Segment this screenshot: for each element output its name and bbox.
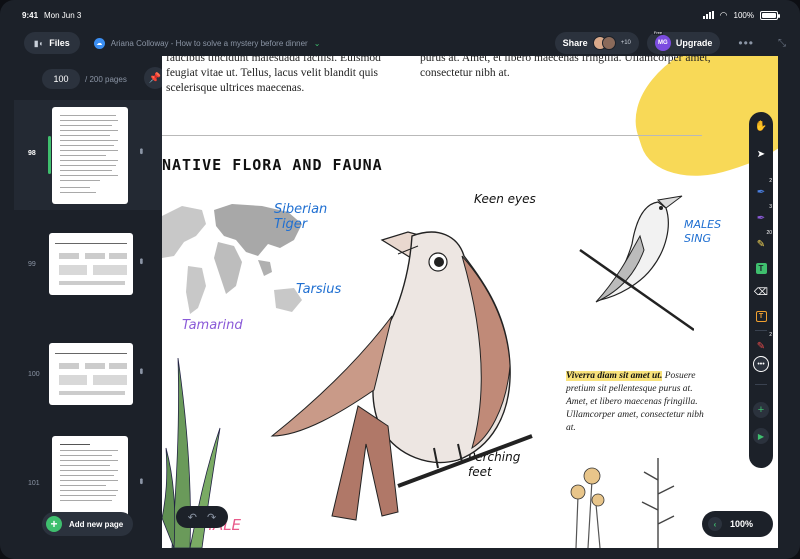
status-right: ◠ 100% (702, 9, 780, 21)
thumbnail-more-icon[interactable]: ••• (135, 368, 146, 373)
thumbnail-more-icon[interactable]: ••• (135, 148, 146, 153)
add-new-page-button[interactable]: + Add new page (42, 512, 134, 536)
add-tool-icon[interactable]: + (753, 402, 769, 418)
app-window: 9:41 Mon Jun 3 ◠ 100% ▮◖ Files ☁ Ariana … (0, 0, 800, 559)
status-time: 9:41 (22, 10, 39, 20)
collaborator-avatars (592, 36, 616, 50)
section-title: NATIVE FLORA AND FAUNA (162, 156, 383, 174)
share-label: Share (562, 38, 588, 48)
document-title-text: Ariana Colloway - How to solve a mystery… (110, 38, 308, 48)
bird-illustration (270, 231, 533, 521)
pen-blue-icon[interactable]: ✒ 2 (753, 178, 772, 200)
zoom-control[interactable]: ‹ 100% (702, 511, 773, 537)
textbox-icon[interactable]: T (753, 308, 769, 324)
page-number: 101 (28, 480, 40, 487)
page-thumbnail-row[interactable]: 99 ••• (14, 210, 162, 320)
status-bar: 9:41 Mon Jun 3 ◠ 100% (0, 0, 800, 30)
files-button[interactable]: ▮◖ Files (24, 32, 80, 54)
select-arrow-icon[interactable]: ➤ (753, 146, 769, 162)
page-thumbnail-row[interactable]: 98 ••• (14, 100, 162, 210)
laser-badge: 2 (769, 332, 772, 338)
pen-purple-badge: 3 (769, 204, 772, 210)
laser-pointer-icon[interactable]: ✎ 2 (753, 332, 772, 354)
battery-percent: 100% (733, 10, 754, 20)
free-badge: Free (652, 30, 664, 35)
page-thumbnail[interactable] (49, 233, 133, 295)
pen-purple-icon[interactable]: ✒ 3 (753, 204, 772, 226)
avatar (601, 36, 616, 50)
undo-icon[interactable]: ↶ (188, 511, 197, 524)
eraser-icon[interactable]: ⌫ (753, 284, 769, 300)
chevron-down-icon: ⌄ (313, 38, 321, 48)
body-text-left: faucibus tincidunt malesuada facilisi. E… (166, 56, 381, 94)
document-canvas[interactable]: faucibus tincidunt malesuada facilisi. E… (162, 56, 778, 548)
page-sidebar: 100 / 200 pages 📌 98 ••• 99 ••• 100 ••• … (14, 60, 162, 548)
highlighter-badge: 20 (766, 230, 772, 236)
highlighter-icon[interactable]: ✎ 20 (753, 230, 772, 252)
thumbnail-more-icon[interactable]: ••• (135, 258, 146, 263)
tool-rail: ✋ ➤ ✒ 2 ✒ 3 ✎ 20 T ⌫ T ✎ 2 ••• + ▶ (749, 112, 773, 468)
cloud-icon: ☁ (93, 37, 105, 49)
hand-tool-icon[interactable]: ✋ (753, 118, 769, 134)
plus-icon: + (46, 516, 62, 532)
flower-illustration (570, 458, 675, 548)
body-text-right: purus at. Amet, et libero maecenas fring… (420, 56, 711, 79)
pen-blue-badge: 2 (769, 178, 772, 184)
page-number: 100 (28, 371, 40, 378)
signal-icon (702, 11, 714, 19)
pin-icon[interactable]: 📌 (144, 67, 162, 89)
page-thumbnail-row[interactable]: 100 ••• (14, 320, 162, 430)
page-number: 98 (28, 150, 36, 157)
share-button[interactable]: Share +10 (554, 32, 639, 54)
thumbnail-more-icon[interactable]: ••• (135, 478, 146, 483)
document-title[interactable]: ☁ Ariana Colloway - How to solve a myste… (93, 37, 321, 49)
top-toolbar: ▮◖ Files ☁ Ariana Colloway - How to solv… (0, 30, 800, 56)
tool-divider (755, 384, 767, 385)
current-page-input[interactable]: 100 (42, 69, 80, 89)
page-thumbnail[interactable] (49, 343, 133, 405)
status-date: Mon Jun 3 (44, 10, 82, 20)
small-bird-illustration (579, 195, 694, 332)
fullscreen-icon[interactable]: ⤡ (778, 38, 786, 49)
wifi-icon: ◠ (719, 9, 728, 20)
divider (162, 135, 702, 136)
active-page-indicator (48, 136, 51, 174)
page-thumbnail[interactable] (52, 107, 128, 204)
add-page-label: Add new page (69, 519, 124, 529)
toolbar-right: Share +10 Free MG Upgrade ••• ⤡ (554, 30, 786, 54)
annotation-tamarind: Tamarind (182, 318, 243, 333)
user-initials: MG (658, 40, 668, 46)
undo-redo-control: ↶ ↷ (176, 506, 228, 528)
upgrade-button[interactable]: Free MG Upgrade (646, 30, 721, 54)
text-tool-icon[interactable]: T (753, 260, 769, 276)
zoom-level: 100% (730, 519, 754, 529)
page-navigator: 100 / 200 pages (14, 60, 162, 98)
sidebar-toggle-icon: ▮◖ (34, 38, 44, 48)
battery-icon (760, 10, 780, 20)
present-icon[interactable]: ▶ (753, 428, 769, 444)
user-avatar: Free MG (652, 30, 671, 51)
total-pages: / 200 pages (85, 74, 127, 84)
more-options-icon[interactable]: ••• (738, 36, 754, 50)
figure-caption: Viverra diam sit amet ut. Posuere pretiu… (566, 370, 714, 435)
caption-highlight: Viverra diam sit amet ut. (566, 371, 663, 381)
upgrade-label: Upgrade (675, 38, 713, 48)
tool-divider (755, 330, 767, 331)
more-tools-icon[interactable]: ••• (753, 356, 769, 372)
chevron-left-icon[interactable]: ‹ (708, 517, 722, 531)
redo-icon[interactable]: ↷ (207, 511, 216, 524)
files-label: Files (49, 38, 70, 48)
collaborator-count: +10 (620, 40, 631, 46)
page-number: 99 (28, 261, 36, 268)
